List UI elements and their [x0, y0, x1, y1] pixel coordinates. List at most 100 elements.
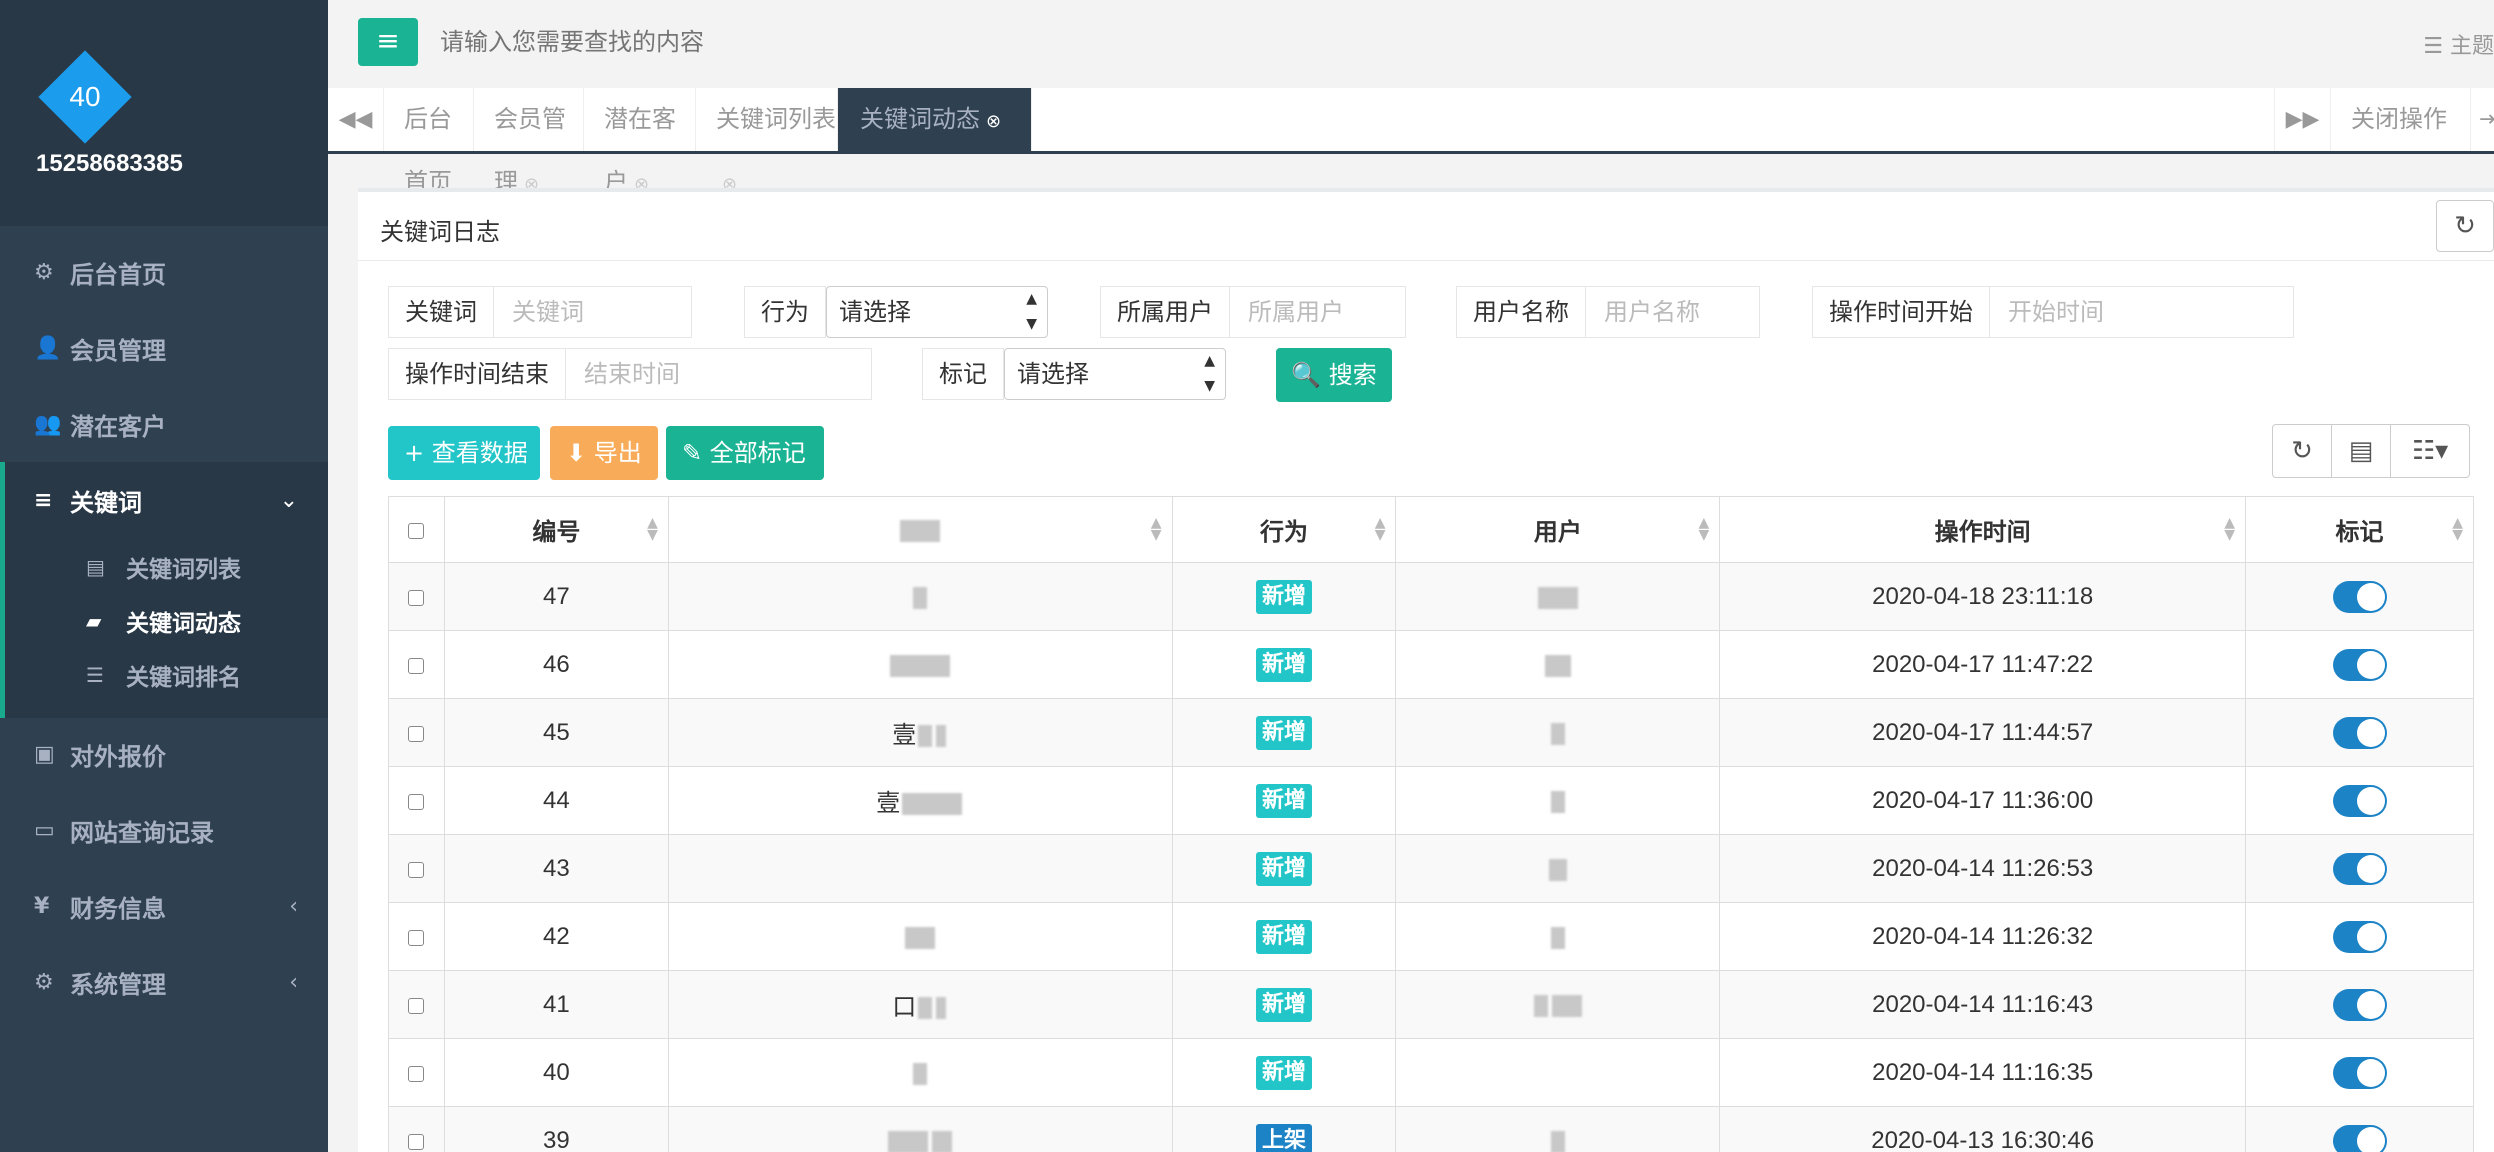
table-row[interactable]: 47 新增 2020-04-18 23:11:18: [388, 562, 2474, 631]
redacted-block: [1551, 994, 1582, 1017]
column-header-time[interactable]: 操作时间 ▲ ▼: [1719, 496, 2247, 563]
sort-icon: ▲ ▼: [1150, 515, 1162, 543]
mark-toggle[interactable]: [2332, 784, 2387, 817]
row-time: 2020-04-14 11:16:35: [1719, 1038, 2247, 1107]
keyword-log-table: 编号 ▲ ▼ ▲ ▼ 行为 ▲ ▼ 用户 ▲ ▼ 操作时间 ▲ ▼ 标记 ▲ ▼ 47 新增 2020-0…: [388, 496, 2474, 1152]
mark-toggle[interactable]: [2332, 988, 2387, 1021]
mark-toggle[interactable]: [2332, 648, 2387, 681]
column-header-action[interactable]: 行为 ▲ ▼: [1171, 496, 1397, 563]
column-header-id[interactable]: 编号 ▲ ▼: [443, 496, 669, 563]
table-row[interactable]: 41 口 新增 2020-04-14 11:16:43: [388, 970, 2474, 1039]
sidebar-item-home[interactable]: ⚙ 后台首页: [0, 234, 328, 310]
action-badge: 新增: [1256, 851, 1313, 886]
sort-icon: ▲ ▼: [2452, 515, 2463, 543]
table-row[interactable]: 42 新增 2020-04-14 11:26:32: [388, 902, 2474, 971]
mark-all-button[interactable]: ✎ 全部标记: [666, 426, 824, 480]
row-select-cell[interactable]: [388, 698, 445, 767]
bars-icon: ≡: [34, 487, 53, 513]
sidebar-item-label: 后台首页: [70, 260, 166, 289]
row-select-cell[interactable]: [388, 562, 445, 631]
redacted-block: [900, 519, 941, 542]
table-row[interactable]: 45 壹 新增 2020-04-17 11:44:57: [388, 698, 2474, 767]
global-search-input[interactable]: [440, 20, 1140, 64]
sidebar-item-keywords[interactable]: ≡ 关键词 ⌄: [0, 462, 328, 538]
end-time-input[interactable]: 结束时间: [566, 348, 872, 400]
tab-home[interactable]: 后台首页: [384, 88, 474, 196]
sidebar-subitem-keyword-activity[interactable]: ▰ 关键词动态: [86, 594, 241, 648]
mark-toggle[interactable]: [2332, 852, 2387, 885]
row-checkbox[interactable]: [408, 1133, 425, 1150]
panel-refresh-button[interactable]: ↻: [2436, 200, 2494, 252]
username[interactable]: 15258683385: [36, 150, 183, 178]
view-data-button[interactable]: + 查看数据: [388, 426, 540, 480]
column-header-keyword[interactable]: ▲ ▼: [667, 496, 1173, 563]
username-input[interactable]: 用户名称: [1586, 286, 1760, 338]
sidebar-item-site-queries[interactable]: ▭ 网站查询记录: [0, 792, 328, 868]
row-checkbox[interactable]: [408, 861, 425, 878]
export-button[interactable]: ⬇ 导出: [550, 426, 658, 480]
exit-icon[interactable]: ⇥: [2470, 88, 2494, 151]
row-select-cell[interactable]: [388, 630, 445, 699]
row-checkbox[interactable]: [408, 997, 425, 1014]
row-select-cell[interactable]: [388, 834, 445, 903]
sidebar-subitem-keyword-list[interactable]: ▤ 关键词列表: [86, 540, 241, 594]
tab-prospects[interactable]: 潜在客户 ⊗: [584, 88, 696, 196]
select-all-header[interactable]: [388, 496, 445, 563]
mark-toggle[interactable]: [2332, 580, 2387, 613]
redacted-block: [936, 997, 947, 1019]
row-checkbox[interactable]: [408, 725, 425, 742]
table-row[interactable]: 40 新增 2020-04-14 11:16:35: [388, 1038, 2474, 1107]
mark-toggle[interactable]: [2332, 1124, 2387, 1152]
row-checkbox[interactable]: [408, 657, 425, 674]
action-badge: 新增: [1256, 987, 1313, 1022]
row-select-cell[interactable]: [388, 1038, 445, 1107]
sidebar-item-prospects[interactable]: 👥 潜在客户: [0, 386, 328, 462]
sidebar-item-quotes[interactable]: ▣ 对外报价: [0, 716, 328, 792]
tab-members[interactable]: 会员管理 ⊗: [474, 88, 584, 196]
select-all-checkbox[interactable]: [408, 522, 425, 539]
mark-select[interactable]: 请选择 ▲ ▼: [1004, 348, 1226, 400]
tab-scroll-left-icon[interactable]: ◀◀: [328, 88, 384, 151]
menu-toggle-button[interactable]: ≡: [358, 18, 418, 66]
row-select-cell[interactable]: [388, 970, 445, 1039]
close-icon[interactable]: ⊗: [986, 111, 1001, 132]
redacted-block: [913, 586, 928, 609]
sidebar-subitem-keyword-ranking[interactable]: ☰ 关键词排名: [86, 648, 241, 702]
start-time-input[interactable]: 开始时间: [1990, 286, 2294, 338]
row-checkbox[interactable]: [408, 1065, 425, 1082]
row-time: 2020-04-14 11:26:53: [1719, 834, 2247, 903]
table-refresh-button[interactable]: ↻: [2272, 424, 2332, 478]
table-columns-button[interactable]: ☷▾: [2390, 424, 2470, 478]
sidebar-item-members[interactable]: 👤 会员管理: [0, 310, 328, 386]
row-select-cell[interactable]: [388, 902, 445, 971]
table-row[interactable]: 46 新增 2020-04-17 11:47:22: [388, 630, 2474, 699]
filter-label: 操作时间结束: [388, 348, 566, 400]
action-badge: 新增: [1256, 647, 1313, 682]
close-operations-button[interactable]: 关闭操作: [2330, 88, 2470, 151]
row-select-cell[interactable]: [388, 1106, 445, 1152]
sidebar-item-finance[interactable]: ¥ 财务信息 ‹: [0, 868, 328, 944]
theme-link[interactable]: ☰ 主题: [2423, 28, 2494, 60]
table-toggle-view-button[interactable]: ▤: [2331, 424, 2391, 478]
row-checkbox[interactable]: [408, 589, 425, 606]
sidebar: 40 15258683385 ⚙ 后台首页 👤 会员管理 👥 潜在客户 ≡ 关键…: [0, 0, 328, 1152]
behavior-select[interactable]: 请选择 ▲ ▼: [826, 286, 1048, 338]
keyword-input[interactable]: 关键词: [494, 286, 692, 338]
table-row[interactable]: 43 新增 2020-04-14 11:26:53: [388, 834, 2474, 903]
table-row[interactable]: 39 上架 2020-04-13 16:30:46: [388, 1106, 2474, 1152]
tab-keyword-activity[interactable]: 关键词动态 ⊗: [838, 88, 1032, 151]
sidebar-item-system[interactable]: ⚙ 系统管理 ‹: [0, 944, 328, 1020]
column-header-mark[interactable]: 标记 ▲ ▼: [2245, 496, 2474, 563]
table-row[interactable]: 44 壹 新增 2020-04-17 11:36:00: [388, 766, 2474, 835]
owner-input[interactable]: 所属用户: [1230, 286, 1406, 338]
tab-scroll-right-icon[interactable]: ▶▶: [2274, 88, 2330, 151]
search-button[interactable]: 🔍 搜索: [1276, 348, 1392, 402]
row-checkbox[interactable]: [408, 793, 425, 810]
row-select-cell[interactable]: [388, 766, 445, 835]
row-checkbox[interactable]: [408, 929, 425, 946]
mark-toggle[interactable]: [2332, 920, 2387, 953]
column-header-user[interactable]: 用户 ▲ ▼: [1395, 496, 1721, 563]
mark-toggle[interactable]: [2332, 716, 2387, 749]
mark-toggle[interactable]: [2332, 1056, 2387, 1089]
tab-keyword-list[interactable]: 关键词列表⊗: [696, 88, 838, 195]
